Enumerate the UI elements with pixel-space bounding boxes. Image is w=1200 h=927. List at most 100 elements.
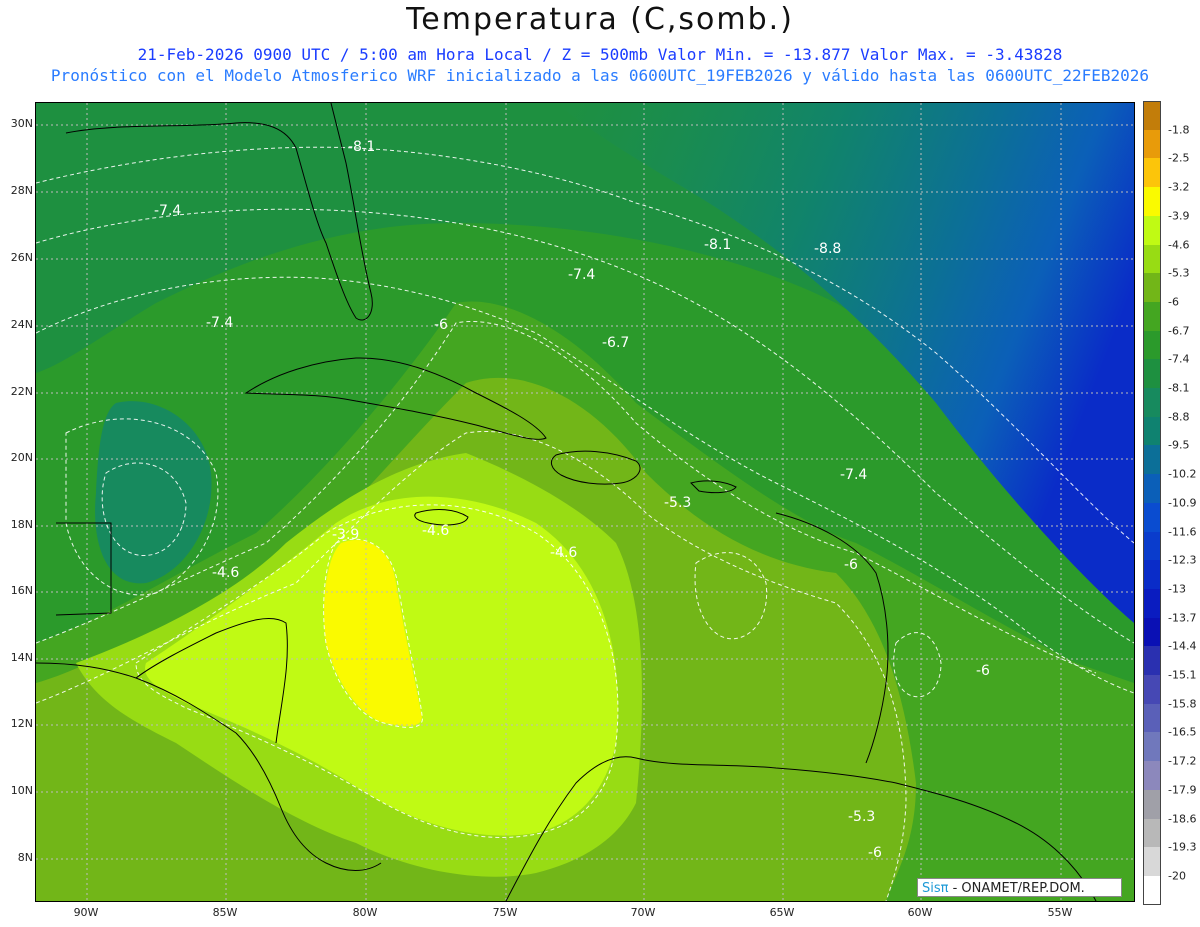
colorbar-swatch (1143, 531, 1161, 561)
longitude-label: 70W (630, 906, 656, 919)
colorbar-swatch (1143, 818, 1161, 848)
colorbar-label: -6.7 (1168, 324, 1190, 338)
colorbar-swatch (1143, 617, 1161, 647)
colorbar-label: -20 (1168, 869, 1186, 883)
colorbar-swatch (1143, 789, 1161, 819)
contour-label: -5.3 (848, 809, 875, 825)
sispi-logo: Sisπ (922, 881, 949, 896)
latitude-label: 24N (10, 318, 33, 331)
latitude-label: 20N (10, 451, 33, 464)
colorbar-label: -6 (1168, 295, 1179, 309)
colorbar-label: -8.1 (1168, 381, 1190, 395)
contour-label: -4.6 (550, 545, 577, 561)
latitude-label: 12N (10, 717, 33, 730)
colorbar-label: -10.2 (1168, 467, 1197, 481)
contour-label: -8.1 (348, 139, 375, 155)
colorbar-swatch (1143, 215, 1161, 245)
latitude-label: 8N (17, 851, 33, 864)
longitude-label: 65W (769, 906, 795, 919)
latitude-label: 26N (10, 251, 33, 264)
colorbar-swatch (1143, 560, 1161, 590)
model-run-info: Pronóstico con el Modelo Atmosferico WRF… (50, 66, 1150, 85)
colorbar-swatch (1143, 129, 1161, 159)
colorbar-swatch (1143, 732, 1161, 762)
colorbar-swatch (1143, 101, 1161, 130)
longitude-label: 55W (1047, 906, 1073, 919)
contour-label: -8.1 (704, 237, 731, 253)
contour-label: -6 (844, 557, 858, 573)
colorbar-swatch (1143, 474, 1161, 504)
map-title: Temperatura (C,somb.) (406, 2, 794, 37)
colorbar-swatch (1143, 359, 1161, 389)
colorbar-label: -5.3 (1168, 266, 1190, 280)
colorbar-label: -8.8 (1168, 410, 1190, 424)
longitude-label: 85W (212, 906, 238, 919)
colorbar-swatch (1143, 703, 1161, 733)
colorbar-label: -13.7 (1168, 611, 1197, 625)
contour-label: -6.7 (602, 335, 629, 351)
colorbar-swatch (1143, 675, 1161, 704)
latitude-label: 30N (10, 117, 33, 130)
credit-text: - ONAMET/REP.DOM. (948, 881, 1085, 896)
colorbar-label: -14.4 (1168, 639, 1197, 653)
contour-label: -4.6 (212, 565, 239, 581)
colorbar-swatch (1143, 761, 1161, 791)
colorbar-swatch (1143, 502, 1161, 532)
latitude-label: 22N (10, 385, 33, 398)
colorbar-label: -17.9 (1168, 783, 1197, 797)
longitude-label: 80W (352, 906, 378, 919)
colorbar-swatch (1143, 875, 1161, 905)
colorbar-label: -2.5 (1168, 151, 1190, 165)
colorbar-label: -9.5 (1168, 438, 1190, 452)
colorbar-swatch (1143, 273, 1161, 303)
colorbar-label: -15.1 (1168, 668, 1197, 682)
forecast-time-info: 21-Feb-2026 0900 UTC / 5:00 am Hora Loca… (137, 45, 1063, 64)
latitude-label: 28N (10, 184, 33, 197)
colorbar-label: -12.3 (1168, 553, 1197, 567)
contour-label: -4.6 (422, 523, 449, 539)
longitude-label: 90W (73, 906, 99, 919)
colorbar-swatch (1143, 301, 1161, 331)
latitude-label: 18N (10, 518, 33, 531)
colorbar-label: -15.8 (1168, 697, 1197, 711)
contour-label: -7.4 (154, 203, 181, 219)
contour-label: -3.9 (332, 527, 359, 543)
colorbar-label: -17.2 (1168, 754, 1197, 768)
colorbar-label: -10.9 (1168, 496, 1197, 510)
colorbar-swatch (1143, 416, 1161, 446)
credit-box: Sisπ - ONAMET/REP.DOM. (917, 878, 1122, 897)
colorbar-label: -3.9 (1168, 209, 1190, 223)
latitude-label: 14N (10, 651, 33, 664)
contour-label: -7.4 (840, 467, 867, 483)
colorbar-label: -16.5 (1168, 725, 1197, 739)
temperature-map: -8.1 -7.4 -7.4 -8.1 -8.8 -7.4 -6 -6.7 -3… (36, 103, 1134, 901)
colorbar-swatch (1143, 244, 1161, 274)
colorbar-label: -19.3 (1168, 840, 1197, 854)
colorbar-label: -7.4 (1168, 352, 1190, 366)
colorbar-swatch (1143, 847, 1161, 877)
contour-label: -6 (976, 663, 990, 679)
latitude-label: 10N (10, 784, 33, 797)
colorbar-swatch (1143, 187, 1161, 217)
map-panel: -8.1 -7.4 -7.4 -8.1 -8.8 -7.4 -6 -6.7 -3… (35, 102, 1135, 902)
longitude-label: 60W (907, 906, 933, 919)
contour-label: -8.8 (814, 241, 841, 257)
colorbar-swatch (1143, 388, 1161, 417)
colorbar-label: -11.6 (1168, 525, 1197, 538)
contour-label: -6 (868, 845, 882, 861)
colorbar-label: -18.6 (1168, 812, 1197, 825)
colorbar-swatch (1143, 646, 1161, 676)
longitude-label: 75W (492, 906, 518, 919)
colorbar-label: -1.8 (1168, 123, 1190, 137)
colorbar-swatch (1143, 445, 1161, 475)
contour-label: -6 (434, 317, 448, 333)
contour-label: -7.4 (206, 315, 233, 331)
contour-label: -5.3 (664, 495, 691, 511)
colorbar-label: -3.2 (1168, 180, 1190, 194)
colorbar-swatch (1143, 588, 1161, 618)
contour-label: -7.4 (568, 267, 595, 283)
colorbar-label: -4.6 (1168, 238, 1190, 251)
latitude-label: 16N (10, 584, 33, 597)
colorbar-label: -13 (1168, 582, 1186, 596)
colorbar-swatch (1143, 158, 1161, 188)
